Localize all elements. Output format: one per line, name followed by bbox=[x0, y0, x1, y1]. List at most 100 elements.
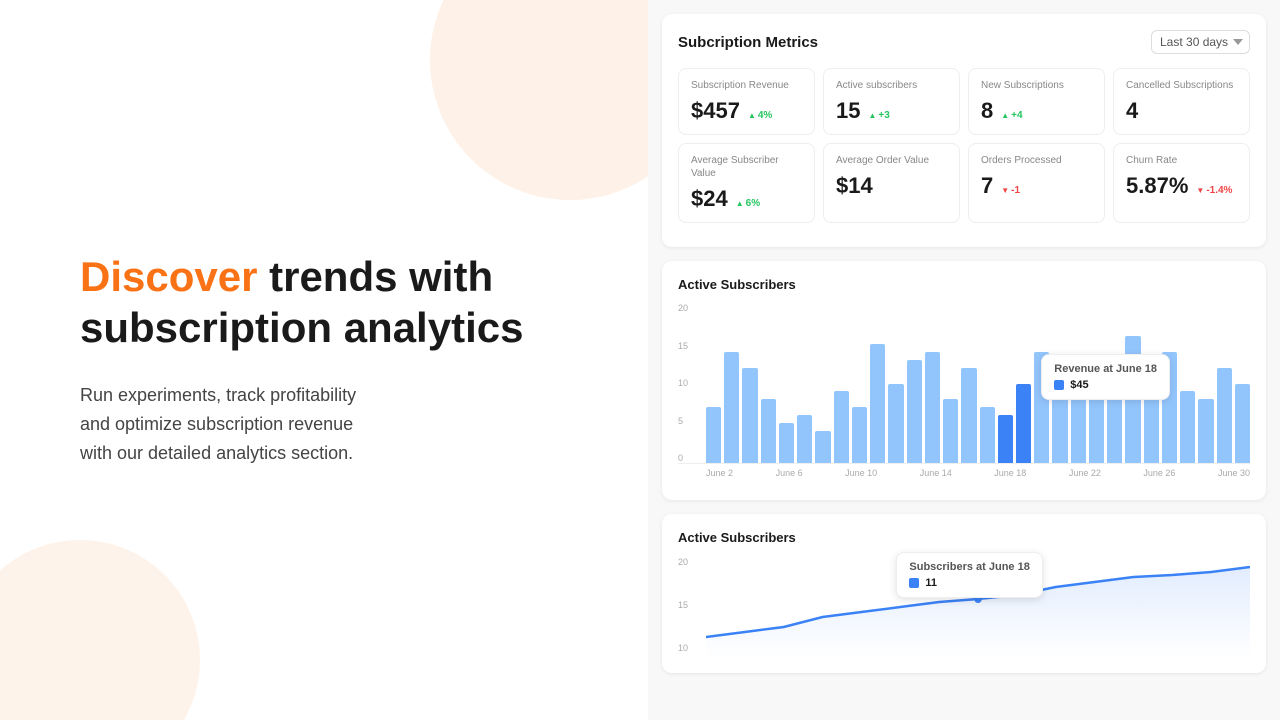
bar-item[interactable] bbox=[870, 344, 885, 463]
metric-card-cancelled-subs: Cancelled Subscriptions 4 bbox=[1113, 68, 1250, 135]
x-label-june2: June 2 bbox=[706, 468, 733, 478]
bar-chart-inner: 20 15 10 5 0 bbox=[678, 304, 1250, 464]
metrics-grid-row1: Subscription Revenue $457 4% Active subs… bbox=[678, 68, 1250, 135]
metric-value-avg-sub-val: $24 bbox=[691, 186, 728, 212]
bar-item[interactable] bbox=[724, 352, 739, 463]
metric-badge-active-subs: +3 bbox=[868, 110, 889, 121]
metric-value-row-avg-order-val: $14 bbox=[836, 173, 947, 199]
arrow-up-icon4 bbox=[736, 198, 744, 209]
metrics-title: Subcription Metrics bbox=[678, 34, 818, 51]
bar-item[interactable] bbox=[1107, 384, 1122, 464]
metric-card-new-subs: New Subscriptions 8 +4 bbox=[968, 68, 1105, 135]
metrics-header: Subcription Metrics Last 30 days Last 7 … bbox=[678, 30, 1250, 54]
bar-item[interactable] bbox=[797, 415, 812, 463]
metric-value-row-avg-sub-val: $24 6% bbox=[691, 186, 802, 212]
bar-item[interactable] bbox=[1162, 352, 1177, 463]
arrow-down-icon2 bbox=[1196, 185, 1204, 196]
y-label-5: 5 bbox=[678, 417, 688, 426]
bar-item[interactable] bbox=[1198, 399, 1213, 463]
bar-item[interactable] bbox=[1052, 368, 1067, 463]
metric-value-churn: 5.87% bbox=[1126, 173, 1188, 199]
line-chart-section: Active Subscribers 20 15 10 bbox=[662, 514, 1266, 673]
metric-value-row-cancelled-subs: 4 bbox=[1126, 98, 1237, 124]
y-label-20: 20 bbox=[678, 304, 688, 313]
metric-value-row-revenue: $457 4% bbox=[691, 98, 802, 124]
bar-item[interactable] bbox=[815, 431, 830, 463]
bar-item[interactable] bbox=[1089, 360, 1104, 463]
metric-label-churn: Churn Rate bbox=[1126, 154, 1237, 167]
x-label-june22: June 22 bbox=[1069, 468, 1101, 478]
metric-value-row-new-subs: 8 +4 bbox=[981, 98, 1092, 124]
x-label-june26: June 26 bbox=[1143, 468, 1175, 478]
x-label-june6: June 6 bbox=[776, 468, 803, 478]
bar-item[interactable] bbox=[742, 368, 757, 463]
metric-label-revenue: Subscription Revenue bbox=[691, 79, 802, 92]
x-label-june14: June 14 bbox=[920, 468, 952, 478]
x-label-june18: June 18 bbox=[994, 468, 1026, 478]
metric-value-active-subs: 15 bbox=[836, 98, 860, 124]
metric-value-row-churn: 5.87% -1.4% bbox=[1126, 173, 1237, 199]
metric-card-active-subs: Active subscribers 15 +3 bbox=[823, 68, 960, 135]
line-chart-svg bbox=[706, 557, 1250, 657]
metric-card-orders: Orders Processed 7 -1 bbox=[968, 143, 1105, 223]
metric-value-cancelled-subs: 4 bbox=[1126, 98, 1138, 124]
metric-value-row-active-subs: 15 +3 bbox=[836, 98, 947, 124]
bar-item[interactable] bbox=[761, 399, 776, 463]
bar-item[interactable] bbox=[925, 352, 940, 463]
bar-item[interactable] bbox=[1125, 336, 1140, 463]
arrow-up-icon3 bbox=[1001, 110, 1009, 121]
y-label-0: 0 bbox=[678, 454, 688, 463]
y-label-15: 15 bbox=[678, 342, 688, 351]
bar-item[interactable] bbox=[980, 407, 995, 463]
x-label-june10: June 10 bbox=[845, 468, 877, 478]
bar-item[interactable] bbox=[1016, 384, 1031, 464]
bar-item[interactable] bbox=[888, 384, 903, 464]
metric-card-avg-sub-val: Average Subscriber Value $24 6% bbox=[678, 143, 815, 223]
bar-item[interactable] bbox=[1144, 376, 1159, 463]
x-label-june30: June 30 bbox=[1218, 468, 1250, 478]
metric-badge-orders: -1 bbox=[1001, 185, 1020, 196]
line-point bbox=[974, 595, 982, 603]
bar-item[interactable] bbox=[1034, 352, 1049, 463]
bar-item[interactable] bbox=[961, 368, 976, 463]
metric-value-orders: 7 bbox=[981, 173, 993, 199]
bar-item[interactable] bbox=[852, 407, 867, 463]
bar-item[interactable] bbox=[834, 391, 849, 463]
metric-label-active-subs: Active subscribers bbox=[836, 79, 947, 92]
metric-badge-avg-sub-val: 6% bbox=[736, 198, 760, 209]
bar-item[interactable] bbox=[943, 399, 958, 463]
metric-badge-revenue: 4% bbox=[748, 110, 772, 121]
arrow-up-icon2 bbox=[868, 110, 876, 121]
metric-value-revenue: $457 bbox=[691, 98, 740, 124]
metrics-container: Subcription Metrics Last 30 days Last 7 … bbox=[662, 14, 1266, 247]
metric-label-new-subs: New Subscriptions bbox=[981, 79, 1092, 92]
main-headline: Discover trends with subscription analyt… bbox=[80, 252, 570, 353]
subtext: Run experiments, track profitabilityand … bbox=[80, 381, 570, 467]
bar-item[interactable] bbox=[1071, 399, 1086, 463]
metric-card-avg-order-val: Average Order Value $14 bbox=[823, 143, 960, 223]
headline-line2: subscription analytics bbox=[80, 304, 523, 351]
bar-chart[interactable]: 20 15 10 5 0 June 2 June 6 June 10 June … bbox=[678, 304, 1250, 484]
line-chart-wrapper: 20 15 10 Subs bbox=[678, 557, 1250, 657]
bar-item[interactable] bbox=[1235, 384, 1250, 464]
bar-item[interactable] bbox=[998, 415, 1013, 463]
bar-item[interactable] bbox=[1217, 368, 1232, 463]
bar-item[interactable] bbox=[779, 423, 794, 463]
line-y-labels: 20 15 10 bbox=[678, 557, 698, 657]
metric-label-orders: Orders Processed bbox=[981, 154, 1092, 167]
metric-badge-churn: -1.4% bbox=[1196, 185, 1232, 196]
period-select[interactable]: Last 30 days Last 7 days Last 90 days bbox=[1151, 30, 1250, 54]
line-y-label-20: 20 bbox=[678, 557, 698, 567]
metric-badge-new-subs: +4 bbox=[1001, 110, 1022, 121]
bar-chart-title: Active Subscribers bbox=[678, 277, 1250, 292]
bar-item[interactable] bbox=[907, 360, 922, 463]
line-area bbox=[706, 567, 1250, 657]
metric-value-avg-order-val: $14 bbox=[836, 173, 873, 199]
metric-value-new-subs: 8 bbox=[981, 98, 993, 124]
metric-value-row-orders: 7 -1 bbox=[981, 173, 1092, 199]
y-label-10: 10 bbox=[678, 379, 688, 388]
metric-label-cancelled-subs: Cancelled Subscriptions bbox=[1126, 79, 1237, 92]
line-chart[interactable]: Subscribers at June 18 11 bbox=[706, 557, 1250, 657]
bar-item[interactable] bbox=[1180, 391, 1195, 463]
bar-item[interactable] bbox=[706, 407, 721, 463]
